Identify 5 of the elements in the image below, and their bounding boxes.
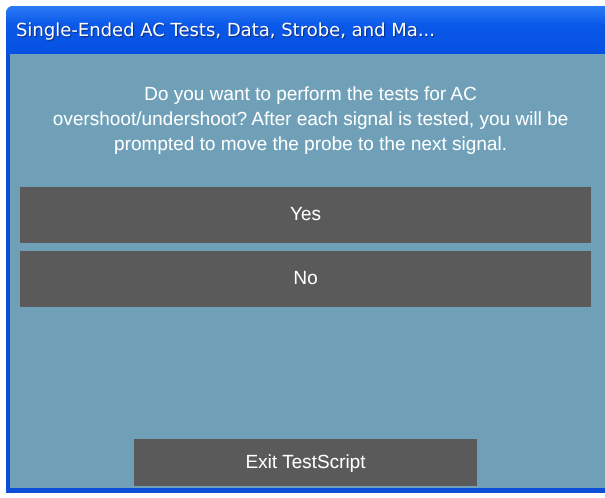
- choice-button[interactable]: Yes: [20, 187, 591, 243]
- prompt-message: Do you want to perform the tests for AC overshoot/undershoot? After each signal is tested, you will be prompted to move the probe to the next signal.: [52, 83, 570, 157]
- choice-button[interactable]: No: [20, 251, 591, 307]
- exit-button[interactable]: Exit TestScript: [134, 439, 477, 486]
- window-title: Single-Ended AC Tests, Data, Strobe, and Ma...: [16, 20, 435, 40]
